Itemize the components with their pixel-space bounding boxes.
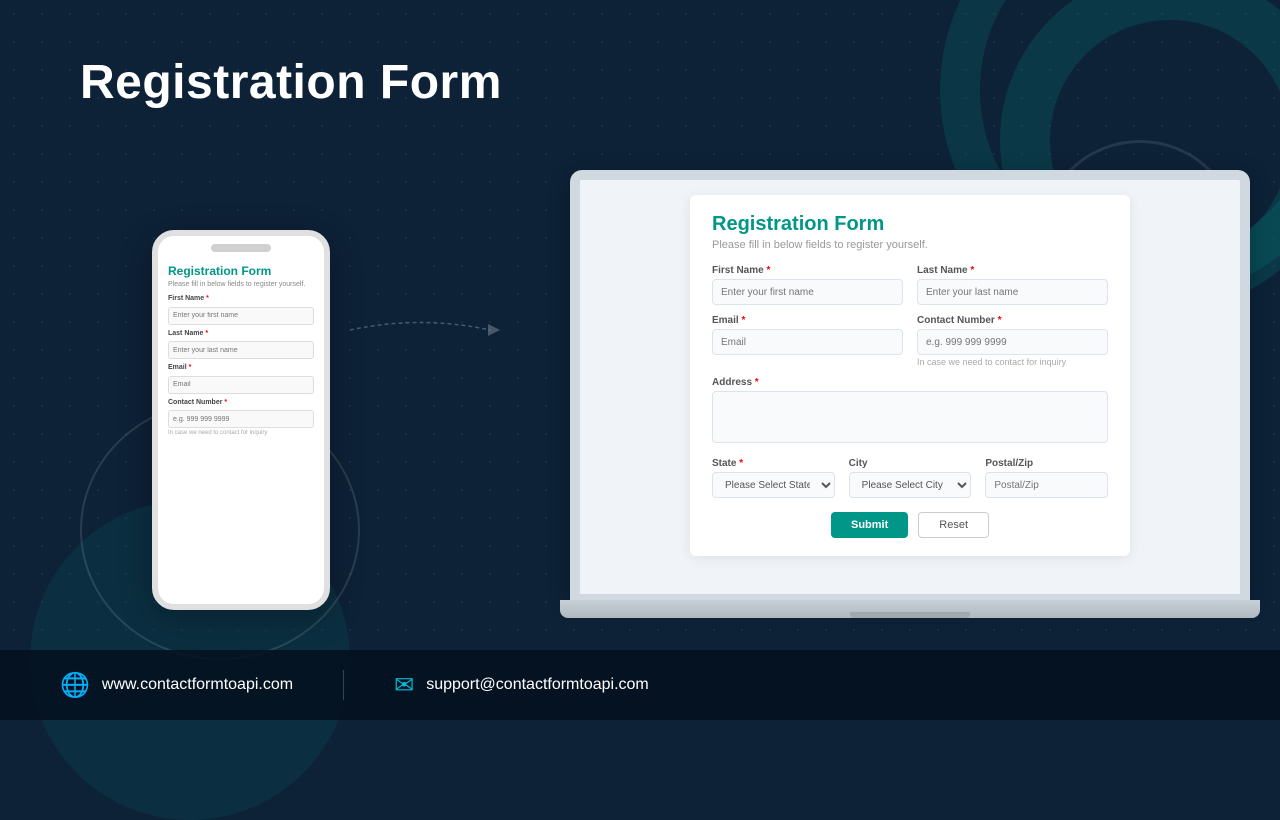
email-contact-row: Email * Contact Number * In case we need… — [712, 315, 1108, 367]
submit-button[interactable]: Submit — [831, 512, 908, 538]
laptop-base — [560, 600, 1260, 618]
footer-email-item: ✉ support@contactformtoapi.com — [394, 671, 649, 700]
mobile-contact-label: Contact Number * — [168, 399, 314, 406]
state-select[interactable]: Please Select State — [712, 472, 835, 498]
footer-email-text: support@contactformtoapi.com — [426, 676, 649, 694]
postal-group: Postal/Zip — [985, 458, 1108, 498]
footer-website-item: 🌐 www.contactformtoapi.com — [60, 671, 293, 700]
state-label: State * — [712, 458, 835, 469]
form-buttons: Submit Reset — [712, 512, 1108, 538]
last-name-label: Last Name * — [917, 265, 1108, 276]
mobile-notch — [211, 244, 271, 252]
mobile-contact-hint: In case we need to contact for inquiry — [168, 430, 314, 436]
arrow-decoration — [340, 310, 500, 350]
city-group: City Please Select City — [849, 458, 972, 498]
location-row: State * Please Select State City Please … — [712, 458, 1108, 498]
city-select[interactable]: Please Select City — [849, 472, 972, 498]
mobile-email-input[interactable] — [168, 376, 314, 394]
mobile-first-name-label: First Name * — [168, 295, 314, 302]
laptop-screen-inner: Registration Form Please fill in below f… — [580, 180, 1240, 594]
address-group: Address * — [712, 377, 1108, 448]
footer-divider — [343, 670, 344, 700]
mobile-last-name-label: Last Name * — [168, 330, 314, 337]
address-row: Address * — [712, 377, 1108, 448]
laptop-form-subtitle: Please fill in below fields to register … — [712, 239, 1108, 251]
city-label: City — [849, 458, 972, 469]
page-title: Registration Form — [80, 55, 502, 110]
mobile-form-subtitle: Please fill in below fields to register … — [168, 280, 314, 289]
laptop-mockup: Registration Form Please fill in below f… — [550, 170, 1270, 660]
email-icon: ✉ — [394, 671, 414, 700]
first-name-label: First Name * — [712, 265, 903, 276]
postal-label: Postal/Zip — [985, 458, 1108, 469]
mobile-mockup: Registration Form Please fill in below f… — [152, 230, 330, 610]
mobile-first-name-input[interactable] — [168, 307, 314, 325]
address-input[interactable] — [712, 391, 1108, 443]
mobile-form-title: Registration Form — [168, 264, 314, 278]
state-group: State * Please Select State — [712, 458, 835, 498]
mobile-last-name-input[interactable] — [168, 341, 314, 359]
mobile-contact-input[interactable] — [168, 410, 314, 428]
email-group: Email * — [712, 315, 903, 367]
laptop-form-card: Registration Form Please fill in below f… — [690, 195, 1130, 556]
mobile-form-inner: Registration Form Please fill in below f… — [158, 256, 324, 604]
last-name-input[interactable] — [917, 279, 1108, 305]
name-row: First Name * Last Name * — [712, 265, 1108, 305]
email-label: Email * — [712, 315, 903, 326]
last-name-group: Last Name * — [917, 265, 1108, 305]
globe-icon: 🌐 — [60, 671, 90, 700]
contact-label: Contact Number * — [917, 315, 1108, 326]
footer: 🌐 www.contactformtoapi.com ✉ support@con… — [0, 650, 1280, 720]
contact-input[interactable] — [917, 329, 1108, 355]
email-input[interactable] — [712, 329, 903, 355]
address-label: Address * — [712, 377, 1108, 388]
postal-input[interactable] — [985, 472, 1108, 498]
first-name-group: First Name * — [712, 265, 903, 305]
contact-group: Contact Number * In case we need to cont… — [917, 315, 1108, 367]
contact-hint: In case we need to contact for inquiry — [917, 357, 1108, 367]
first-name-input[interactable] — [712, 279, 903, 305]
mobile-email-label: Email * — [168, 364, 314, 371]
laptop-form-title: Registration Form — [712, 213, 1108, 236]
laptop-screen: Registration Form Please fill in below f… — [570, 170, 1250, 600]
footer-website-text: www.contactformtoapi.com — [102, 676, 293, 694]
reset-button[interactable]: Reset — [918, 512, 989, 538]
